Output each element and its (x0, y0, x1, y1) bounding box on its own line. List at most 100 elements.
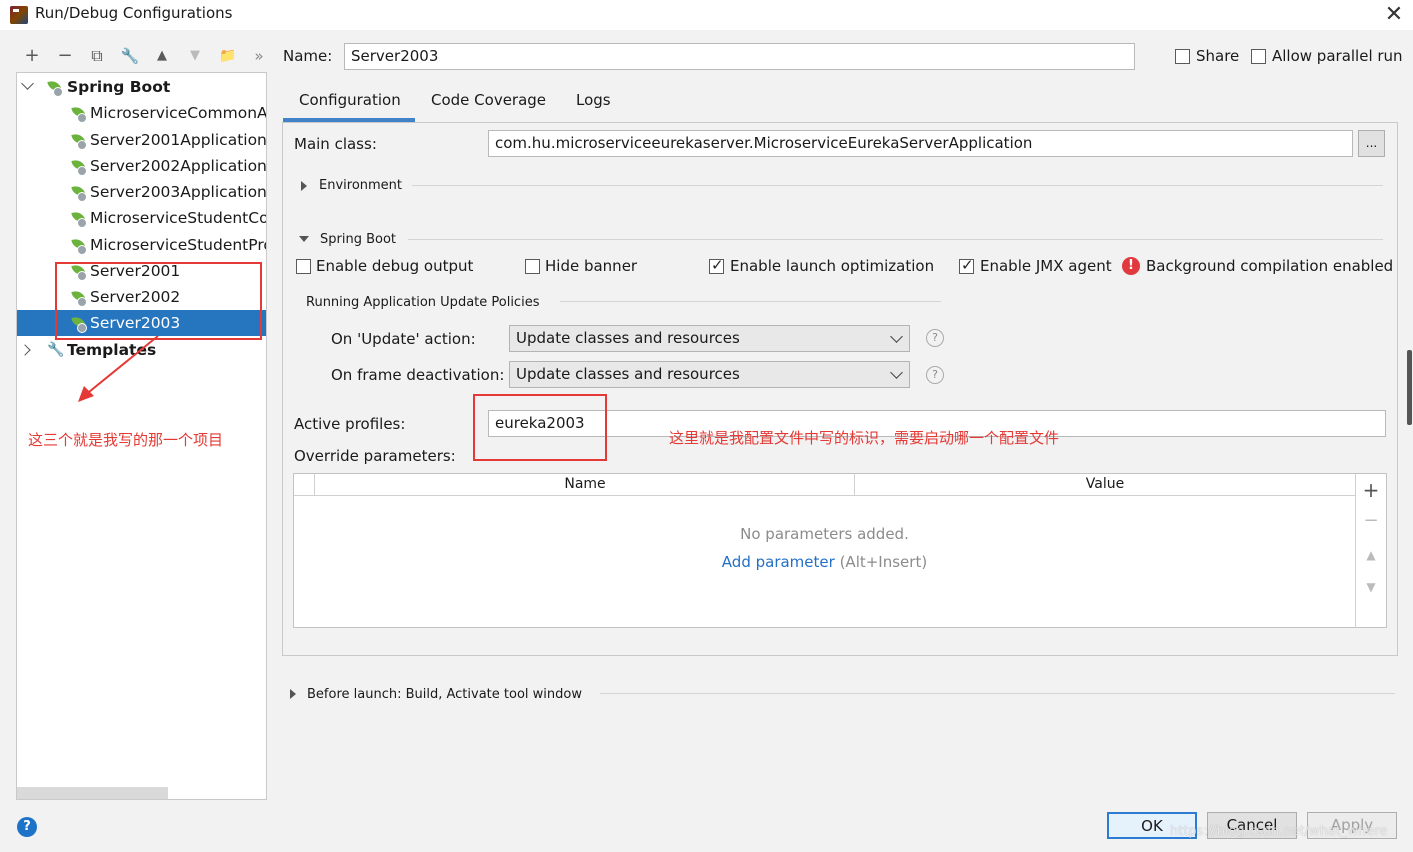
enable-launch-optimization-label: Enable launch optimization (730, 257, 935, 275)
error-icon: ! (1122, 257, 1140, 275)
tree-item[interactable]: MicroserviceCommonAp (17, 100, 266, 126)
tree-item-label: Server2002Application (90, 157, 266, 175)
close-icon[interactable]: ✕ (1382, 2, 1406, 27)
policies-separator (560, 301, 941, 302)
tree-item[interactable]: MicroserviceStudentPro (17, 232, 266, 258)
tab-logs[interactable]: Logs (576, 91, 611, 109)
more-icon[interactable]: » (248, 45, 270, 67)
annotation-arrow (78, 335, 159, 402)
move-down-icon[interactable]: ▼ (1360, 580, 1382, 594)
parameters-table: Name Value No parameters added. Add para… (293, 473, 1387, 628)
tree-item-label: MicroserviceCommonAp (90, 104, 266, 122)
spring-boot-app-icon (71, 105, 87, 123)
update-action-label: On 'Update' action: (331, 330, 476, 348)
main-class-label: Main class: (294, 135, 377, 153)
allow-parallel-checkbox[interactable] (1251, 49, 1266, 64)
column-header-value[interactable]: Value (855, 476, 1355, 492)
collapse-chevron-icon[interactable] (19, 344, 31, 356)
help-icon[interactable]: ? (926, 366, 944, 384)
help-icon[interactable]: ? (926, 329, 944, 347)
tree-item-label: MicroserviceStudentCo (90, 209, 266, 227)
tree-item-label: Server2003Application (90, 183, 266, 201)
tree-item-label: MicroserviceStudentPro (90, 236, 266, 254)
window-title: Run/Debug Configurations (35, 4, 233, 22)
main-class-field[interactable]: com.hu.microserviceeurekaserver.Microser… (488, 130, 1353, 157)
browse-button[interactable]: ... (1358, 130, 1385, 157)
help-icon[interactable]: ? (17, 817, 37, 837)
add-parameter-row: Add parameter (Alt+Insert) (294, 553, 1355, 571)
spring-boot-section-label: Spring Boot (320, 232, 397, 247)
hide-banner-label: Hide banner (545, 257, 638, 275)
expand-environment-icon[interactable] (301, 181, 307, 191)
annotation-box-profiles (473, 394, 607, 461)
environment-separator (412, 185, 1383, 186)
add-parameter-link[interactable]: Add parameter (722, 553, 835, 571)
folder-add-icon[interactable]: 📁 (217, 45, 239, 67)
share-label: Share (1196, 47, 1240, 65)
wrench-icon: 🔧 (47, 342, 65, 358)
annotation-right-note: 这里就是我配置文件中写的标识，需要启动哪一个配置文件 (669, 429, 1060, 447)
remove-row-icon[interactable]: − (1360, 510, 1382, 531)
copy-icon[interactable]: ⧉ (86, 45, 108, 67)
chevron-down-icon (890, 330, 903, 343)
tree-item[interactable]: MicroserviceStudentCo (17, 205, 266, 231)
table-header: Name Value (294, 474, 1355, 496)
tree-item-label: Server2001Application (90, 131, 266, 149)
tree-node-label: Spring Boot (67, 78, 171, 96)
tree-item[interactable]: Server2003Application (17, 179, 266, 205)
title-bar: Run/Debug Configurations ✕ (0, 0, 1413, 30)
expand-chevron-icon[interactable] (21, 77, 34, 90)
enable-launch-optimization-checkbox[interactable] (709, 256, 724, 274)
spring-boot-app-icon (71, 210, 87, 228)
enable-debug-output-label: Enable debug output (316, 257, 474, 275)
frame-deactivation-value: Update classes and resources (516, 365, 740, 383)
move-up-icon[interactable]: ▲ (1360, 548, 1382, 562)
hide-banner-checkbox[interactable] (525, 259, 540, 274)
before-launch-label[interactable]: Before launch: Build, Activate tool wind… (307, 687, 582, 702)
horizontal-scrollbar[interactable] (17, 787, 168, 799)
override-parameters-label: Override parameters: (294, 447, 456, 465)
environment-label[interactable]: Environment (319, 178, 402, 193)
column-header-name[interactable]: Name (315, 476, 855, 492)
spring-boot-icon (47, 79, 63, 97)
policies-label: Running Application Update Policies (306, 295, 540, 310)
spring-boot-app-icon (71, 237, 87, 255)
empty-table-text: No parameters added. (740, 525, 909, 543)
frame-deactivation-select[interactable]: Update classes and resources (509, 361, 910, 388)
vertical-scrollbar-thumb[interactable] (1407, 350, 1412, 425)
intellij-app-icon (10, 6, 28, 24)
add-icon[interactable]: + (21, 45, 43, 67)
enable-jmx-agent-label: Enable JMX agent (980, 257, 1112, 275)
before-launch-separator (600, 693, 1395, 694)
background-compilation-label: Background compilation enabled (1146, 257, 1394, 275)
name-field[interactable]: Server2003 (344, 43, 1135, 70)
add-parameter-shortcut: (Alt+Insert) (839, 553, 928, 571)
update-action-select[interactable]: Update classes and resources (509, 325, 910, 352)
move-up-icon[interactable]: ▲ (151, 45, 173, 67)
tree-item[interactable]: Server2001Application (17, 127, 266, 153)
watermark: https://blog.csdn.net/what_where (1170, 824, 1388, 839)
update-action-value: Update classes and resources (516, 329, 740, 347)
allow-parallel-label: Allow parallel run (1272, 47, 1403, 65)
spring-boot-separator (408, 239, 1383, 240)
frame-deactivation-label: On frame deactivation: (331, 366, 505, 384)
collapse-spring-boot-icon[interactable] (299, 236, 309, 242)
share-checkbox[interactable] (1175, 49, 1190, 64)
tree-node-spring-boot[interactable]: Spring Boot (17, 74, 266, 100)
expand-before-launch-icon[interactable] (290, 689, 296, 699)
annotation-left-note: 这三个就是我写的那一个项目 (28, 431, 224, 449)
enable-jmx-agent-checkbox[interactable] (959, 256, 974, 274)
tab-configuration[interactable]: Configuration (299, 91, 401, 109)
enable-debug-output-checkbox[interactable] (296, 259, 311, 274)
remove-icon[interactable]: − (54, 45, 76, 67)
move-down-icon[interactable]: ▼ (184, 45, 206, 67)
tree-item[interactable]: Server2002Application (17, 153, 266, 179)
spring-boot-app-icon (71, 158, 87, 176)
spring-boot-app-icon (71, 132, 87, 150)
spring-boot-app-icon (71, 184, 87, 202)
chevron-down-icon (890, 366, 903, 379)
tab-code-coverage[interactable]: Code Coverage (431, 91, 546, 109)
wrench-icon[interactable]: 🔧 (119, 45, 141, 67)
add-row-icon[interactable]: + (1360, 478, 1382, 502)
name-label: Name: (283, 47, 333, 65)
